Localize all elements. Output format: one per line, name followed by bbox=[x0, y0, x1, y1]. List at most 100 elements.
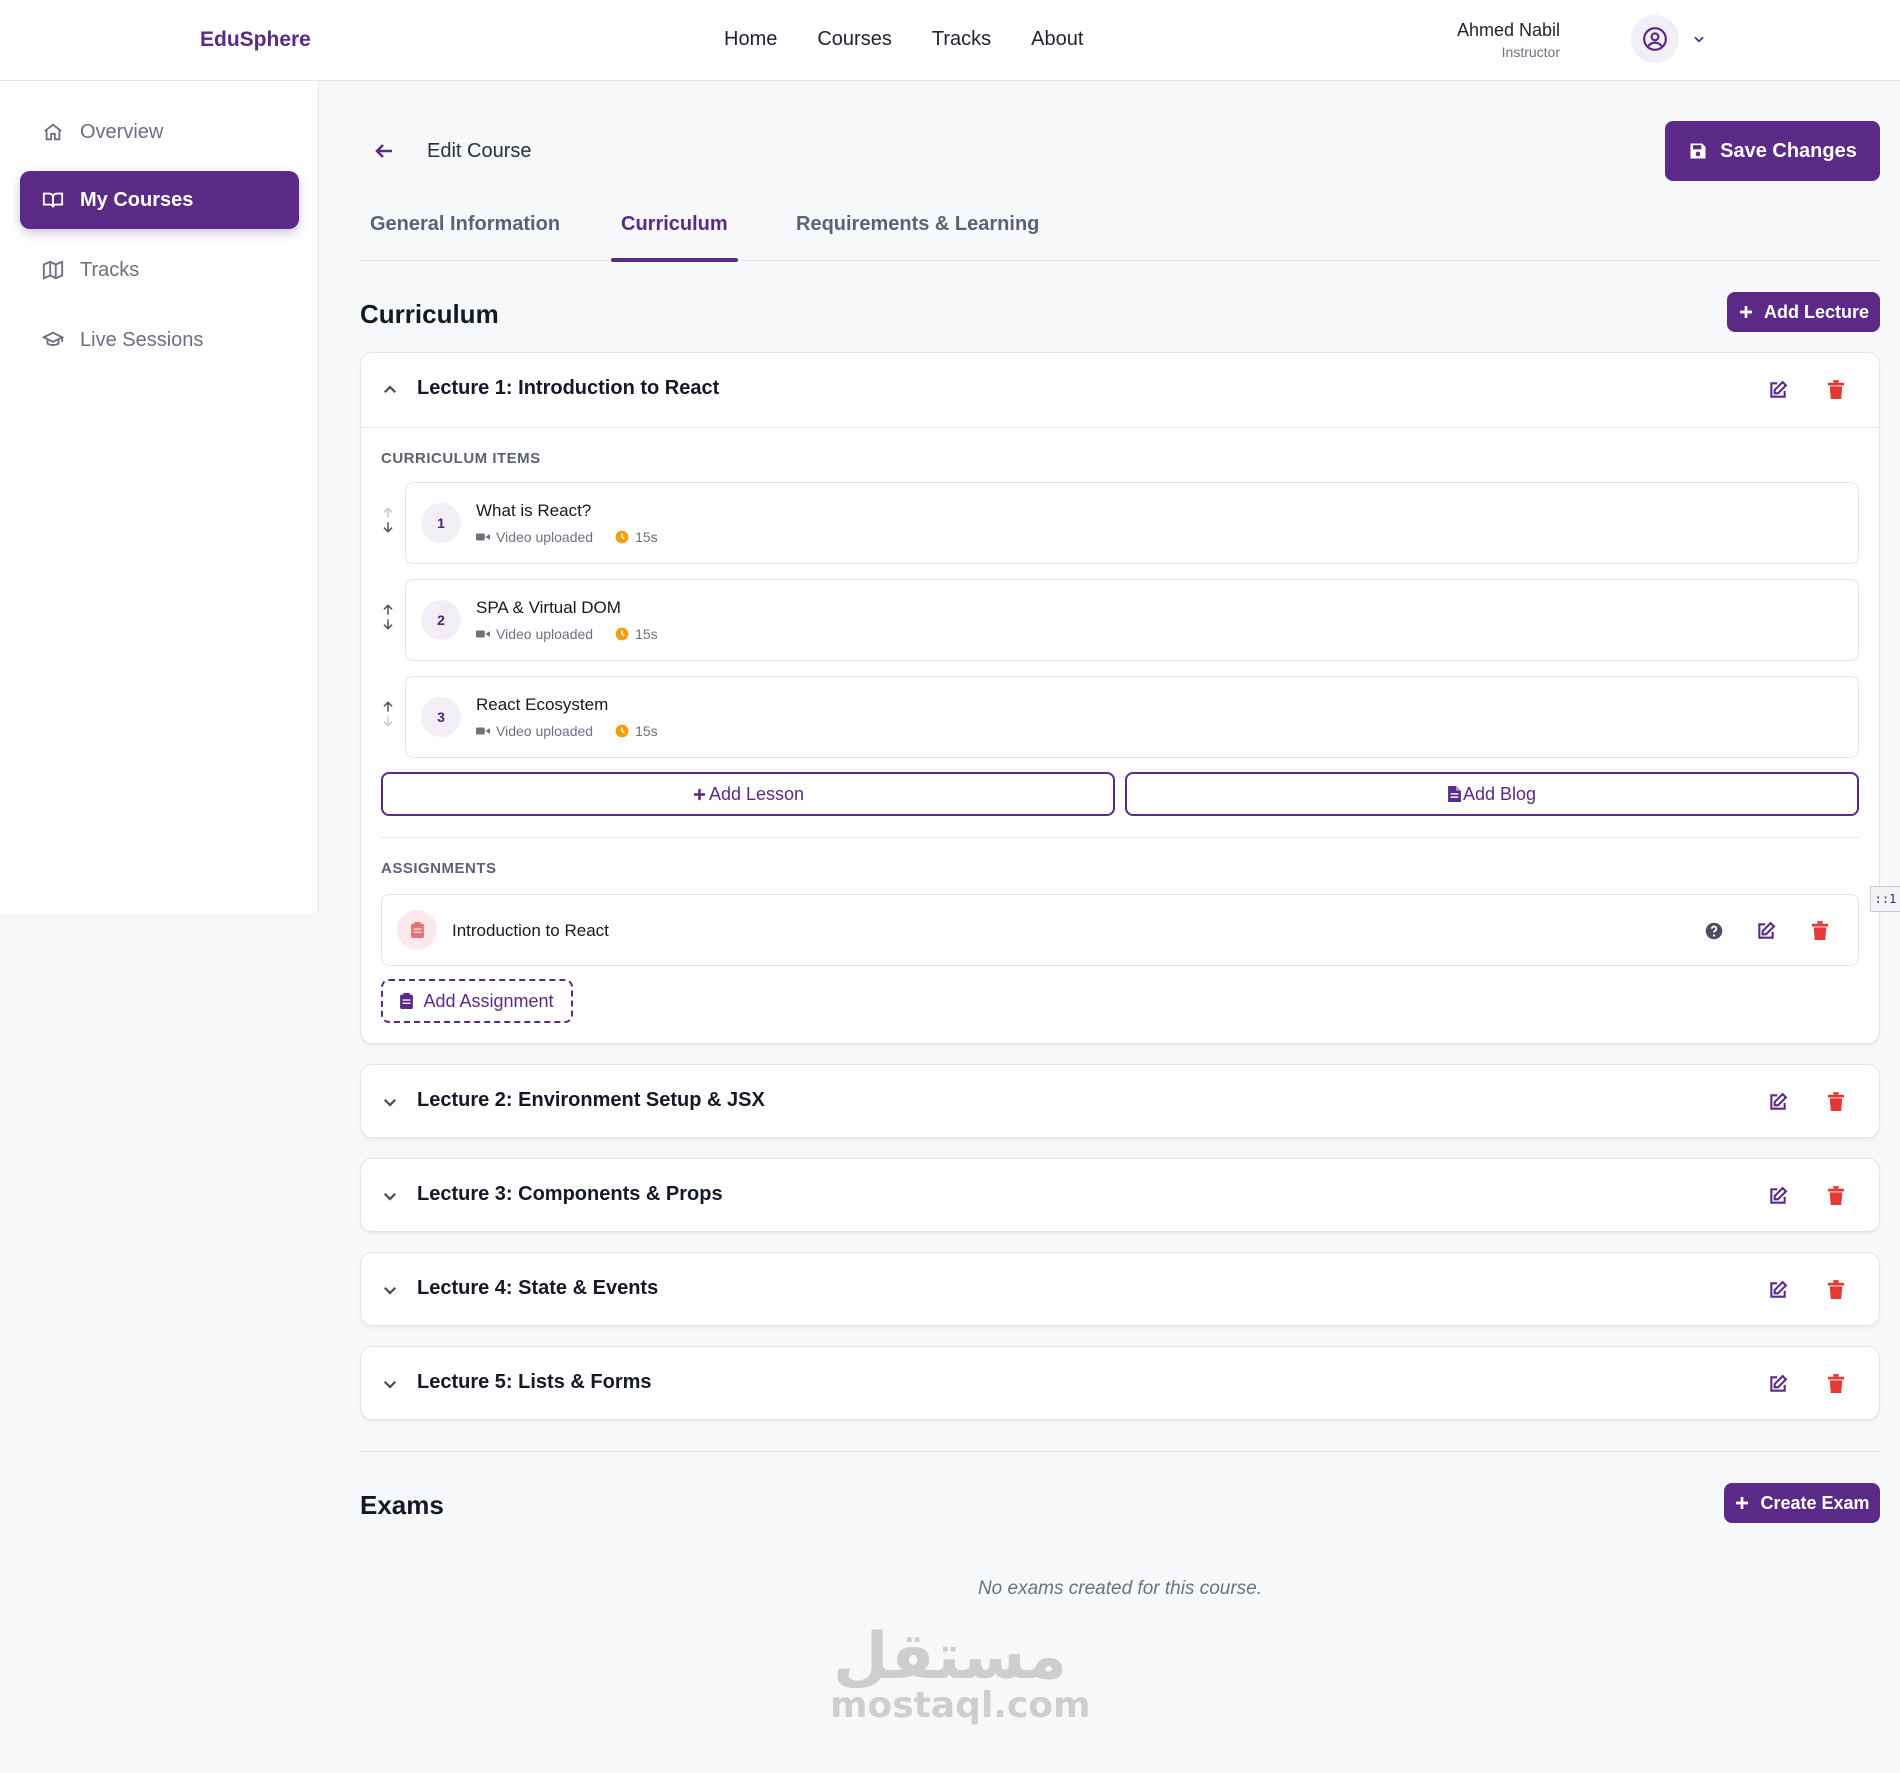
page-title: Edit Course bbox=[427, 140, 532, 162]
nav-tracks-link[interactable]: Tracks bbox=[932, 28, 991, 51]
lecture-title: Lecture 5: Lists & Forms bbox=[417, 1371, 652, 1393]
chevron-down-icon[interactable] bbox=[1692, 32, 1706, 46]
lecture-card[interactable]: Lecture 4: State & Events bbox=[360, 1252, 1880, 1326]
add-lecture-button[interactable]: Add Lecture bbox=[1727, 292, 1880, 332]
edit-icon[interactable] bbox=[1768, 1092, 1788, 1112]
item-meta: Video uploaded 15s bbox=[476, 723, 658, 739]
edit-icon[interactable] bbox=[1768, 380, 1788, 400]
lecture-title: Lecture 3: Components & Props bbox=[417, 1183, 723, 1205]
top-navbar: EduSphere Home Courses Tracks About Ahme… bbox=[0, 0, 1900, 81]
add-lecture-label: Add Lecture bbox=[1763, 301, 1869, 322]
video-camera-icon bbox=[476, 727, 490, 735]
curriculum-item[interactable]: 2 SPA & Virtual DOM Video uploaded 15s bbox=[405, 579, 1859, 661]
plus-icon bbox=[693, 788, 706, 800]
reorder-arrows[interactable] bbox=[381, 700, 395, 728]
lecture-card[interactable]: Lecture 3: Components & Props bbox=[360, 1158, 1880, 1232]
item-title: SPA & Virtual DOM bbox=[476, 598, 621, 617]
chevron-down-icon[interactable] bbox=[381, 1093, 399, 1111]
trash-icon[interactable] bbox=[1827, 1186, 1845, 1206]
assignment-row[interactable]: Introduction to React bbox=[381, 894, 1859, 966]
user-info: Ahmed Nabil Instructor bbox=[1457, 20, 1560, 60]
lecture-card[interactable]: Lecture 5: Lists & Forms bbox=[360, 1346, 1880, 1420]
item-title: React Ecosystem bbox=[476, 695, 609, 714]
watermark-arabic: مستقل bbox=[832, 1620, 1068, 1694]
arrow-down-icon[interactable] bbox=[381, 714, 395, 728]
file-icon bbox=[1448, 786, 1461, 802]
divider bbox=[381, 837, 1859, 838]
edit-course-tabs: General Information Curriculum Requireme… bbox=[360, 213, 1880, 262]
trash-icon[interactable] bbox=[1827, 1374, 1845, 1394]
add-assignment-button[interactable]: Add Assignment bbox=[381, 979, 573, 1023]
curriculum-item[interactable]: 1 What is React? Video uploaded 15s bbox=[405, 482, 1859, 564]
arrow-up-icon[interactable] bbox=[381, 506, 395, 520]
nav-home-link[interactable]: Home bbox=[724, 28, 777, 51]
save-changes-button[interactable]: Save Changes bbox=[1665, 121, 1880, 181]
plus-icon bbox=[1736, 1497, 1749, 1509]
assignment-title: Introduction to React bbox=[452, 921, 609, 940]
trash-icon[interactable] bbox=[1827, 1280, 1845, 1300]
watermark: مستقل mostaql.com bbox=[830, 1620, 1091, 1726]
trash-icon[interactable] bbox=[1811, 921, 1829, 941]
plus-icon bbox=[1739, 306, 1752, 318]
curriculum-title: Curriculum bbox=[360, 299, 499, 329]
chevron-down-icon[interactable] bbox=[381, 1281, 399, 1299]
item-meta: Video uploaded 15s bbox=[476, 626, 658, 642]
chevron-down-icon[interactable] bbox=[381, 1187, 399, 1205]
sidebar-item-tracks[interactable]: Tracks bbox=[20, 241, 299, 299]
map-icon bbox=[42, 260, 64, 280]
chevron-down-icon[interactable] bbox=[381, 1375, 399, 1393]
assignments-label: ASSIGNMENTS bbox=[381, 860, 497, 877]
clock-icon bbox=[615, 530, 629, 544]
video-camera-icon bbox=[476, 630, 490, 638]
tab-general-information[interactable]: General Information bbox=[360, 213, 570, 261]
edit-icon[interactable] bbox=[1768, 1374, 1788, 1394]
lecture-title: Lecture 2: Environment Setup & JSX bbox=[417, 1089, 765, 1111]
arrow-down-icon[interactable] bbox=[381, 617, 395, 631]
lecture-header[interactable]: Lecture 1: Introduction to React bbox=[361, 353, 1879, 427]
clock-icon bbox=[615, 627, 629, 641]
tab-requirements-learning[interactable]: Requirements & Learning bbox=[786, 213, 1049, 261]
item-duration: 15s bbox=[635, 529, 658, 545]
item-status: Video uploaded bbox=[496, 723, 594, 739]
edit-icon[interactable] bbox=[1768, 1186, 1788, 1206]
sidebar-item-my-courses[interactable]: My Courses bbox=[20, 171, 299, 229]
reorder-arrows[interactable] bbox=[381, 506, 395, 534]
sidebar: Overview My Courses Tracks Live Sessions bbox=[0, 81, 319, 913]
edit-icon[interactable] bbox=[1768, 1280, 1788, 1300]
main-nav: Home Courses Tracks About bbox=[724, 28, 1083, 51]
divider bbox=[360, 1451, 1880, 1452]
sidebar-item-overview[interactable]: Overview bbox=[20, 103, 299, 161]
nav-about-link[interactable]: About bbox=[1031, 28, 1083, 51]
arrow-down-icon[interactable] bbox=[381, 520, 395, 534]
chevron-up-icon[interactable] bbox=[381, 381, 399, 399]
add-blog-button[interactable]: Add Blog bbox=[1125, 772, 1859, 816]
item-status: Video uploaded bbox=[496, 626, 594, 642]
lecture-card[interactable]: Lecture 2: Environment Setup & JSX bbox=[360, 1064, 1880, 1138]
user-name: Ahmed Nabil bbox=[1456, 20, 1560, 40]
home-icon bbox=[44, 123, 62, 141]
sidebar-item-label: Tracks bbox=[80, 258, 140, 281]
lecture-card: Lecture 1: Introduction to React CURRICU… bbox=[360, 352, 1880, 1044]
curriculum-item[interactable]: 3 React Ecosystem Video uploaded 15s bbox=[405, 676, 1859, 758]
tab-curriculum[interactable]: Curriculum bbox=[611, 213, 738, 262]
back-arrow-icon[interactable] bbox=[372, 139, 396, 163]
nav-courses-link[interactable]: Courses bbox=[817, 28, 891, 51]
sidebar-item-label: Live Sessions bbox=[80, 328, 204, 351]
trash-icon[interactable] bbox=[1827, 380, 1845, 400]
trash-icon[interactable] bbox=[1827, 1092, 1845, 1112]
sidebar-item-live-sessions[interactable]: Live Sessions bbox=[20, 311, 299, 369]
add-lesson-button[interactable]: Add Lesson bbox=[381, 772, 1115, 816]
arrow-up-icon[interactable] bbox=[381, 603, 395, 617]
arrow-up-icon[interactable] bbox=[381, 700, 395, 714]
reorder-arrows[interactable] bbox=[381, 603, 395, 631]
floating-side-tab[interactable]: ::1 bbox=[1870, 886, 1900, 912]
curriculum-items-label: CURRICULUM ITEMS bbox=[381, 450, 541, 467]
exams-title: Exams bbox=[360, 1490, 444, 1520]
create-exam-button[interactable]: Create Exam bbox=[1724, 1483, 1880, 1523]
item-duration: 15s bbox=[635, 723, 658, 739]
edit-icon[interactable] bbox=[1756, 921, 1776, 941]
logo[interactable]: EduSphere bbox=[200, 28, 311, 52]
question-circle-icon[interactable] bbox=[1705, 922, 1723, 940]
user-avatar[interactable] bbox=[1631, 15, 1679, 63]
floppy-disk-icon bbox=[1690, 143, 1706, 159]
